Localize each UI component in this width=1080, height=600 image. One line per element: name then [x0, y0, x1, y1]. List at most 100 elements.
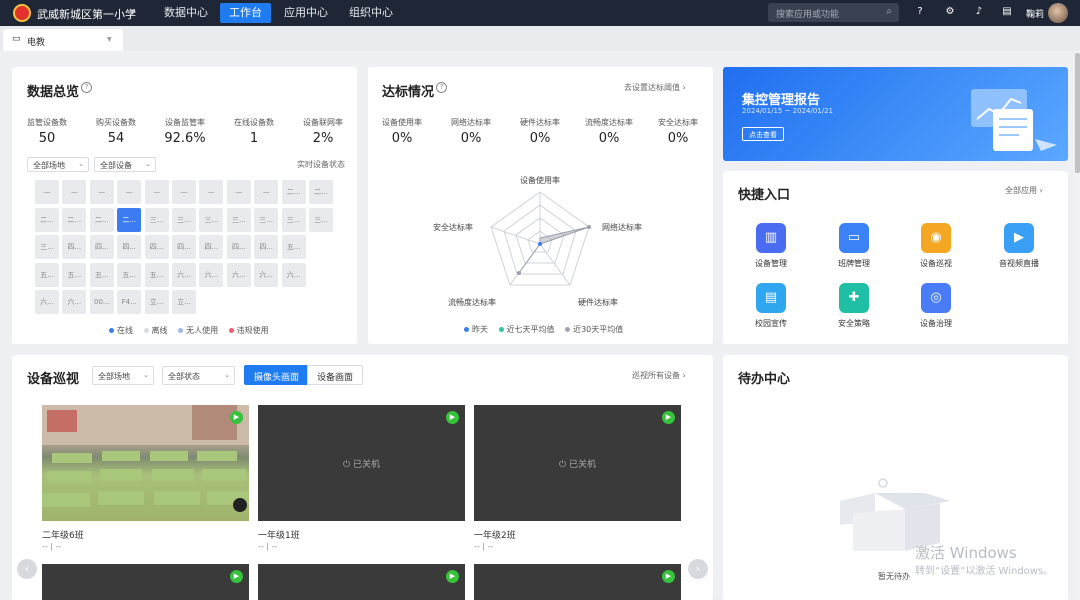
device-tile[interactable]: 五...	[281, 235, 306, 259]
device-filter-select[interactable]: 全部设备 ⌄	[94, 157, 156, 172]
device-tile[interactable]: 三...	[254, 207, 279, 232]
help-icon[interactable]: ?	[913, 5, 927, 19]
device-patrol-icon[interactable]: ◉	[921, 223, 951, 253]
device-tile[interactable]: 四...	[89, 235, 114, 259]
device-tile[interactable]: 二...	[117, 207, 142, 232]
device-tile[interactable]: —	[172, 180, 196, 204]
shortcut-label[interactable]: 设备管理	[736, 258, 806, 269]
device-tile[interactable]: 三...	[226, 207, 251, 232]
device-tile[interactable]: —	[117, 180, 142, 204]
device-tile[interactable]: 五...	[144, 262, 169, 287]
next-arrow-icon[interactable]: ›	[688, 559, 708, 579]
device-tile[interactable]: 四...	[199, 235, 224, 259]
shortcut-label[interactable]: 班牌管理	[819, 258, 889, 269]
nav-data-center[interactable]: 数据中心	[155, 3, 217, 23]
device-tile[interactable]: 四...	[117, 235, 142, 259]
device-tile[interactable]: 四...	[144, 235, 169, 259]
nav-workbench[interactable]: 工作台	[220, 3, 271, 23]
site-filter-select[interactable]: 全部场地 ⌄	[27, 157, 89, 172]
device-tile[interactable]: 四...	[62, 235, 87, 259]
scrollbar-thumb[interactable]	[1075, 53, 1080, 173]
campus-promo-icon[interactable]: ▤	[756, 283, 786, 313]
overview-help-icon[interactable]: ?	[81, 82, 92, 93]
prev-arrow-icon[interactable]: ‹	[17, 559, 37, 579]
username[interactable]: 鞠莉	[1026, 7, 1044, 20]
patrol-site-filter[interactable]: 全部场地 ⌄	[92, 366, 154, 385]
camera-view-toggle[interactable]: 摄像头画面	[244, 365, 310, 385]
compliance-help-icon[interactable]: ?	[436, 82, 447, 93]
device-tile[interactable]: —	[89, 180, 114, 204]
nav-app-center[interactable]: 应用中心	[275, 3, 337, 23]
notification-bell-icon[interactable]: ♪	[972, 5, 986, 19]
device-tile[interactable]: —	[144, 180, 169, 204]
camera-feed-5[interactable]: ▶	[258, 564, 465, 600]
device-tile[interactable]: 六...	[254, 262, 279, 287]
device-tile[interactable]: 二...	[281, 180, 306, 204]
device-governance-icon[interactable]: ◎	[921, 283, 951, 313]
camera-feed-4[interactable]: ▶	[42, 564, 249, 600]
device-tile[interactable]: 五...	[89, 262, 114, 287]
shortcut-label[interactable]: 校园宣传	[736, 318, 806, 329]
device-tile[interactable]: 三...	[281, 207, 306, 232]
device-tile[interactable]: 二...	[62, 207, 87, 232]
device-tile[interactable]: 五...	[35, 262, 59, 287]
camera-feed-2[interactable]: ⏻ 已关机 ▶	[258, 405, 465, 521]
message-icon[interactable]: ▤	[1000, 5, 1014, 19]
device-tile[interactable]: 六...	[62, 290, 87, 314]
device-tile[interactable]: 三...	[309, 207, 333, 232]
settings-icon[interactable]: ⚙	[943, 5, 957, 19]
device-tile[interactable]: 三...	[199, 207, 224, 232]
search-input[interactable]: 搜索应用或功能 ⌕	[768, 3, 899, 22]
camera-feed-1[interactable]: ▶	[42, 405, 249, 521]
device-tile[interactable]: 五...	[117, 262, 142, 287]
search-icon[interactable]: ⌕	[886, 6, 892, 17]
nav-org-center[interactable]: 组织中心	[340, 3, 402, 23]
device-tile[interactable]: 四...	[172, 235, 196, 259]
report-banner[interactable]: 集控管理报告 2024/01/15 ~ 2024/01/21 点击查看	[723, 67, 1068, 161]
device-tile[interactable]: 六...	[226, 262, 251, 287]
camera-feed-3[interactable]: ⏻ 已关机 ▶	[474, 405, 681, 521]
device-tile[interactable]: 三...	[144, 207, 169, 232]
device-tile[interactable]: 六...	[172, 262, 196, 287]
device-tile[interactable]: 二...	[35, 207, 59, 232]
device-tile[interactable]: —	[226, 180, 251, 204]
device-tile[interactable]: 六...	[281, 262, 306, 287]
patrol-all-link[interactable]: 巡视所有设备 ›	[632, 370, 686, 381]
avatar[interactable]	[1048, 3, 1068, 23]
device-tile[interactable]: 四...	[226, 235, 251, 259]
shortcut-label[interactable]: 音视频直播	[984, 258, 1054, 269]
device-tile[interactable]: 二...	[89, 207, 114, 232]
device-tile[interactable]: 三...	[35, 235, 59, 259]
live-video-icon[interactable]: ▶	[1004, 223, 1034, 253]
patrol-status-filter[interactable]: 全部状态 ⌄	[162, 366, 235, 385]
tab-dianjiao[interactable]: ▭ 电教 ▼	[3, 29, 123, 51]
device-tile[interactable]: —	[199, 180, 224, 204]
device-tile[interactable]: 二...	[309, 180, 333, 204]
device-tile[interactable]: 三...	[172, 207, 196, 232]
set-threshold-link[interactable]: 去设置达标阈值 ›	[624, 82, 686, 93]
view-report-button[interactable]: 点击查看	[742, 127, 784, 141]
device-tile[interactable]: 00...	[89, 290, 114, 314]
security-policy-icon[interactable]: ✚	[839, 283, 869, 313]
device-tile[interactable]: 五...	[62, 262, 87, 287]
device-tile[interactable]: —	[35, 180, 59, 204]
camera-feed-6[interactable]: ▶	[474, 564, 681, 600]
device-tile[interactable]: 六...	[35, 290, 59, 314]
device-tile[interactable]: 立...	[172, 290, 196, 314]
class-board-icon[interactable]: ▭	[839, 223, 869, 253]
page-scrollbar[interactable]	[1075, 51, 1080, 600]
all-apps-link[interactable]: 全部应用 ›	[1005, 185, 1043, 196]
device-tile[interactable]: 四...	[254, 235, 279, 259]
shortcut-label[interactable]: 设备治理	[901, 318, 971, 329]
school-name[interactable]: 武威新城区第一小学	[37, 6, 136, 22]
school-dropdown-icon[interactable]: ▼	[130, 8, 135, 16]
device-tile[interactable]: F4...	[117, 290, 142, 314]
device-tile[interactable]: 六...	[199, 262, 224, 287]
shortcut-label[interactable]: 安全策略	[819, 318, 889, 329]
shortcut-label[interactable]: 设备巡视	[901, 258, 971, 269]
device-tile[interactable]: —	[62, 180, 87, 204]
tab-dropdown-icon[interactable]: ▼	[107, 36, 112, 43]
device-view-toggle[interactable]: 设备画面	[307, 365, 364, 385]
device-tile[interactable]: 立...	[144, 290, 169, 314]
device-tile[interactable]: —	[254, 180, 279, 204]
